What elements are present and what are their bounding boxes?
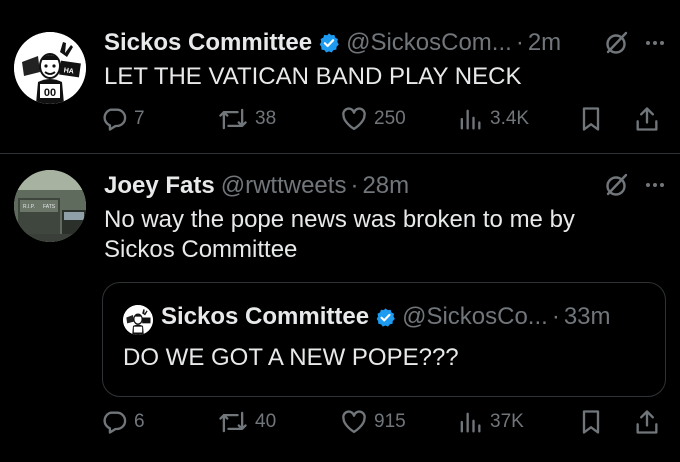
quote-text: DO WE GOT A NEW POPE??? [123,344,459,371]
display-name[interactable]: Sickos Committee [161,303,369,331]
grok-icon[interactable] [604,172,630,198]
views-icon [460,412,481,433]
tweet-text-line: No way the pope news was broken to me by [104,206,575,233]
verified-badge-icon [319,33,339,53]
share-icon [636,107,658,131]
display-name[interactable]: Joey Fats [104,172,215,200]
repost-button[interactable]: 38 [217,104,276,134]
timestamp[interactable]: 2m [528,29,561,57]
bookmark-icon [582,107,600,131]
tweet-text: No way the pope news was broken to me by… [104,205,660,265]
tweet-text-line: Sickos Committee [104,236,298,263]
avatar[interactable]: HA 00 [14,32,86,104]
share-button[interactable] [634,407,666,437]
handle[interactable]: @SickosCo... [402,303,548,331]
bookmark-icon [582,410,600,434]
bookmark-button[interactable] [578,407,610,437]
repost-icon [219,108,247,130]
tweet-divider [0,153,680,154]
avatar-number-text: 00 [44,87,56,99]
display-name[interactable]: Sickos Committee [104,29,312,57]
verified-badge-icon [376,307,395,327]
timestamp[interactable]: 33m [564,303,611,331]
tweet[interactable]: R.I.P. FATS Joey Fats @rwttweets · 28m N… [0,155,680,462]
share-button[interactable] [634,104,666,134]
avatar-sign-text: R.I.P. [23,204,35,210]
avatar[interactable]: R.I.P. FATS [14,170,86,242]
truck-photo-icon: R.I.P. FATS [14,170,86,242]
views-count: 3.4K [490,108,530,129]
avatar[interactable] [123,305,153,335]
grok-icon[interactable] [604,30,630,56]
action-bar: 6 40 915 37K [100,407,670,437]
reply-icon [103,411,127,434]
reply-button[interactable]: 7 [100,104,145,134]
share-icon [636,410,658,434]
reply-count: 7 [134,108,145,129]
tweet-header: Joey Fats @rwttweets · 28m [104,169,670,203]
handle[interactable]: @SickosCom... [346,29,512,57]
like-icon [342,410,366,434]
action-bar: 7 38 250 3.4K [100,104,670,134]
like-count: 915 [374,411,406,432]
like-button[interactable]: 250 [340,104,406,134]
tweet-header-actions [604,172,666,198]
separator-dot: · [515,29,524,56]
bookmark-button[interactable] [578,104,610,134]
sickos-logo-icon [123,305,153,335]
like-count: 250 [374,108,406,129]
like-button[interactable]: 915 [340,407,406,437]
timestamp[interactable]: 28m [362,172,409,200]
separator-dot: · [551,303,560,330]
tweet-header-actions [604,30,666,56]
repost-count: 38 [255,108,277,129]
avatar-sign-text: HA [63,67,74,75]
avatar-sign-text-2: FATS [43,204,56,210]
reply-icon [103,108,127,131]
repost-count: 40 [255,411,277,432]
repost-icon [219,411,247,433]
tweet-header: Sickos Committee @SickosCom... · 2m [104,26,670,60]
views-button[interactable]: 3.4K [456,104,529,134]
separator-dot: · [350,172,359,199]
views-button[interactable]: 37K [456,407,524,437]
quote-tweet-card[interactable]: Sickos Committee @SickosCo... · 33m DO W… [102,282,666,397]
handle[interactable]: @rwttweets [221,172,347,200]
more-icon[interactable] [644,174,666,196]
sickos-logo-icon: HA 00 [14,32,86,104]
tweet-text: LET THE VATICAN BAND PLAY NECK [104,63,522,90]
like-icon [342,107,366,131]
more-icon[interactable] [644,32,666,54]
tweet[interactable]: HA 00 Sickos Committee @SickosCom... · 2… [0,0,680,153]
repost-button[interactable]: 40 [217,407,276,437]
views-icon [460,109,481,130]
views-count: 37K [490,411,524,432]
quote-header: Sickos Committee @SickosCo... · 33m [161,303,611,331]
reply-button[interactable]: 6 [100,407,145,437]
reply-count: 6 [134,411,145,432]
